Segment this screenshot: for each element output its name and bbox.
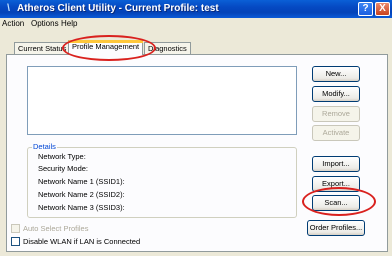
- profile-list[interactable]: [27, 66, 297, 135]
- detail-ssid1: Network Name 1 (SSID1):: [38, 177, 125, 186]
- disable-wlan-label: Disable WLAN if LAN is Connected: [23, 237, 141, 246]
- scan-button[interactable]: Scan...: [312, 195, 360, 211]
- detail-ssid3: Network Name 3 (SSID3):: [38, 203, 125, 212]
- app-icon: \: [7, 3, 10, 14]
- remove-button[interactable]: Remove: [312, 106, 360, 122]
- help-button[interactable]: ?: [358, 2, 373, 16]
- details-group: Details Network Type: Security Mode: Net…: [27, 142, 297, 218]
- details-legend: Details: [32, 142, 57, 151]
- import-button[interactable]: Import...: [312, 156, 360, 172]
- menu-options[interactable]: Options: [31, 19, 59, 28]
- order-profiles-button[interactable]: Order Profiles...: [307, 220, 365, 236]
- auto-select-checkbox[interactable]: [11, 224, 20, 233]
- tab-diagnostics[interactable]: Diagnostics: [144, 42, 191, 54]
- detail-security-mode: Security Mode:: [38, 164, 89, 173]
- menu-help[interactable]: Help: [61, 19, 77, 28]
- auto-select-profiles-row[interactable]: Auto Select Profiles: [11, 224, 88, 233]
- disable-wlan-row[interactable]: Disable WLAN if LAN is Connected: [11, 237, 140, 246]
- modify-button[interactable]: Modify...: [312, 86, 360, 102]
- disable-wlan-checkbox[interactable]: [11, 237, 20, 246]
- detail-ssid2: Network Name 2 (SSID2):: [38, 190, 125, 199]
- tab-current-status[interactable]: Current Status: [14, 42, 71, 54]
- menu-bar: Action Options Help: [0, 18, 392, 30]
- menu-action[interactable]: Action: [2, 19, 24, 28]
- close-button[interactable]: X: [375, 2, 390, 16]
- export-button[interactable]: Export...: [312, 176, 360, 192]
- auto-select-label: Auto Select Profiles: [23, 224, 89, 233]
- window-title: Atheros Client Utility - Current Profile…: [17, 3, 219, 14]
- activate-button[interactable]: Activate: [312, 125, 360, 141]
- title-bar[interactable]: \ Atheros Client Utility - Current Profi…: [0, 0, 392, 18]
- new-button[interactable]: New...: [312, 66, 360, 82]
- detail-network-type: Network Type:: [38, 152, 86, 161]
- tab-profile-management[interactable]: Profile Management: [68, 40, 144, 55]
